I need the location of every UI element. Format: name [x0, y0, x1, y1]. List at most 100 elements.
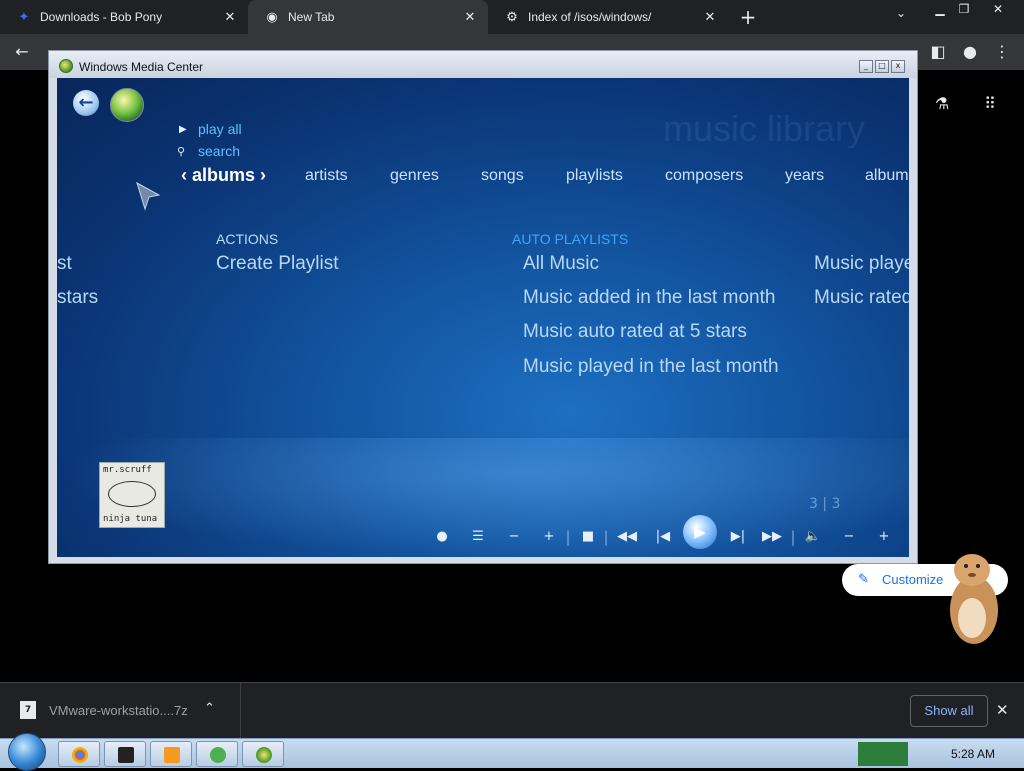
start-button[interactable] [8, 733, 46, 771]
playlist-music-played[interactable]: Music played [814, 253, 909, 275]
album-art-text: ninja tuna [103, 514, 158, 524]
wmc-content: ← ▶ play all ⚲ search music library ‹ al… [57, 78, 909, 557]
minimize-icon[interactable]: ▁ [928, 0, 952, 18]
close-icon[interactable]: ✕ [220, 9, 240, 25]
skip-back-icon[interactable]: |◀ [652, 526, 674, 548]
back-arrow-icon[interactable]: ← [10, 40, 34, 64]
partial-item[interactable]: stars [57, 287, 98, 309]
channel-up-icon[interactable]: + [538, 526, 560, 548]
sidebar-icon[interactable]: ◧ [926, 40, 950, 64]
wmc-start-orb-icon[interactable] [110, 88, 144, 122]
fast-forward-icon[interactable]: ▶▶ [761, 526, 783, 548]
labs-flask-icon[interactable]: ⚗ [930, 92, 954, 116]
show-all-button[interactable]: Show all [910, 695, 988, 727]
close-icon[interactable]: ✕ [700, 9, 720, 25]
apps-grid-icon[interactable]: ⠿ [978, 92, 1002, 116]
playlist-all-music[interactable]: All Music [523, 253, 781, 275]
skip-forward-icon[interactable]: ▶| [727, 526, 749, 548]
separator: | [603, 528, 609, 546]
partial-item[interactable]: st [57, 253, 72, 275]
chevron-left-icon[interactable]: ‹ [181, 165, 192, 185]
wmc-minimize-icon[interactable]: _ [859, 60, 873, 73]
play-icon: ▶ [179, 124, 187, 135]
album-art-text: mr.scruff [103, 465, 152, 475]
wmc-window-title: Windows Media Center [79, 60, 204, 74]
taskbar-network-app[interactable] [196, 741, 238, 767]
pencil-icon: ✎ [858, 571, 869, 586]
tab-search-chevron-icon[interactable]: ⌄ [896, 6, 906, 20]
globe-icon: ⚙ [506, 9, 518, 24]
separator: | [790, 528, 796, 546]
chevron-up-icon[interactable]: ⌃ [204, 701, 215, 716]
rewind-icon[interactable]: ◀◀ [616, 526, 638, 548]
auto-playlists-heading: AUTO PLAYLISTS [512, 231, 629, 247]
page-indicator: 3 | 3 [809, 496, 841, 512]
download-bar: 7 VMware-workstatio....7z ⌃ Show all ✕ [0, 682, 1024, 739]
taskbar-clock[interactable]: 5:28 AM [951, 747, 995, 761]
separator: | [565, 528, 571, 546]
wmc-logo-icon [59, 59, 73, 73]
tab-title: New Tab [288, 10, 335, 24]
taskbar-chrome[interactable] [58, 741, 100, 767]
playlist-played-last-month[interactable]: Music played in the last month [523, 356, 781, 378]
system-tray-icons[interactable] [858, 742, 908, 766]
chevron-right-icon[interactable]: › [255, 165, 266, 185]
category-composers[interactable]: composers [665, 167, 743, 185]
volume-down-icon[interactable]: − [838, 526, 860, 548]
taskbar-vmware[interactable] [104, 741, 146, 767]
menu-dots-icon[interactable]: ⋮ [990, 40, 1014, 64]
actions-heading: ACTIONS [216, 231, 279, 247]
volume-icon[interactable]: 🔈 [802, 526, 824, 548]
taskbar-media-player[interactable] [150, 741, 192, 767]
taskbar-wmc[interactable] [242, 741, 284, 767]
stop-icon[interactable]: ■ [577, 526, 599, 548]
new-tab-button[interactable]: + [738, 4, 758, 30]
category-years[interactable]: years [785, 167, 824, 185]
now-playing-album-art[interactable]: mr.scruff ninja tuna [99, 462, 165, 528]
taskbar: 5:28 AM [0, 733, 1024, 771]
tab-strip: ✦ Downloads - Bob Pony ✕ ◉ New Tab ✕ ⚙ I… [0, 0, 1024, 34]
category-albums[interactable]: ‹ albums › [181, 165, 266, 186]
channel-down-icon[interactable]: − [503, 526, 525, 548]
music-library-watermark: music library [663, 108, 866, 149]
tab-title: Downloads - Bob Pony [40, 10, 163, 24]
category-album[interactable]: album [865, 167, 909, 185]
playlist-added-last-month[interactable]: Music added in the last month [523, 287, 781, 309]
guide-list-icon[interactable]: ☰ [467, 526, 489, 548]
download-filename[interactable]: VMware-workstatio....7z [49, 703, 188, 718]
playlist-auto-rated-5-stars[interactable]: Music auto rated at 5 stars [523, 321, 781, 343]
wmc-close-icon[interactable]: x [891, 60, 905, 73]
restore-icon[interactable]: ❐ [952, 0, 976, 18]
close-icon[interactable]: ✕ [460, 9, 480, 25]
playlist-music-rated[interactable]: Music rated [814, 287, 909, 309]
hamster-sticker [950, 554, 998, 644]
category-artists[interactable]: artists [305, 167, 348, 185]
tab-downloads-bob-pony[interactable]: ✦ Downloads - Bob Pony ✕ [0, 0, 248, 34]
mouse-cursor-icon [136, 181, 161, 211]
volume-up-icon[interactable]: + [873, 526, 895, 548]
wmc-window: Windows Media Center _ □ x ← ▶ play all … [48, 50, 918, 564]
close-icon[interactable]: ✕ [996, 701, 1009, 719]
category-songs[interactable]: songs [481, 167, 524, 185]
tab-title: Index of /isos/windows/ [528, 10, 652, 24]
search-icon: ⚲ [177, 145, 186, 158]
wmc-maximize-icon[interactable]: □ [875, 60, 889, 73]
vmware-icon [118, 747, 134, 763]
customize-label: Customize [882, 572, 944, 587]
category-genres[interactable]: genres [390, 167, 439, 185]
profile-icon[interactable]: ● [958, 40, 982, 64]
tab-index-isos-windows[interactable]: ⚙ Index of /isos/windows/ ✕ [488, 0, 728, 34]
window-close-icon[interactable]: ✕ [986, 0, 1010, 18]
record-icon[interactable]: ● [431, 526, 453, 548]
wmc-back-button[interactable]: ← [73, 90, 99, 116]
play-all-link[interactable]: play all [198, 121, 242, 137]
7z-file-icon: 7 [20, 701, 36, 719]
wmc-titlebar[interactable]: Windows Media Center _ □ x [49, 51, 917, 78]
category-playlists[interactable]: playlists [566, 167, 623, 185]
create-playlist-action[interactable]: Create Playlist [216, 253, 339, 275]
bob-pony-icon: ✦ [18, 9, 30, 24]
tab-new-tab[interactable]: ◉ New Tab ✕ [248, 0, 488, 34]
chrome-icon [72, 747, 88, 763]
search-link[interactable]: search [198, 143, 240, 159]
play-button[interactable]: ▶ [683, 515, 717, 549]
